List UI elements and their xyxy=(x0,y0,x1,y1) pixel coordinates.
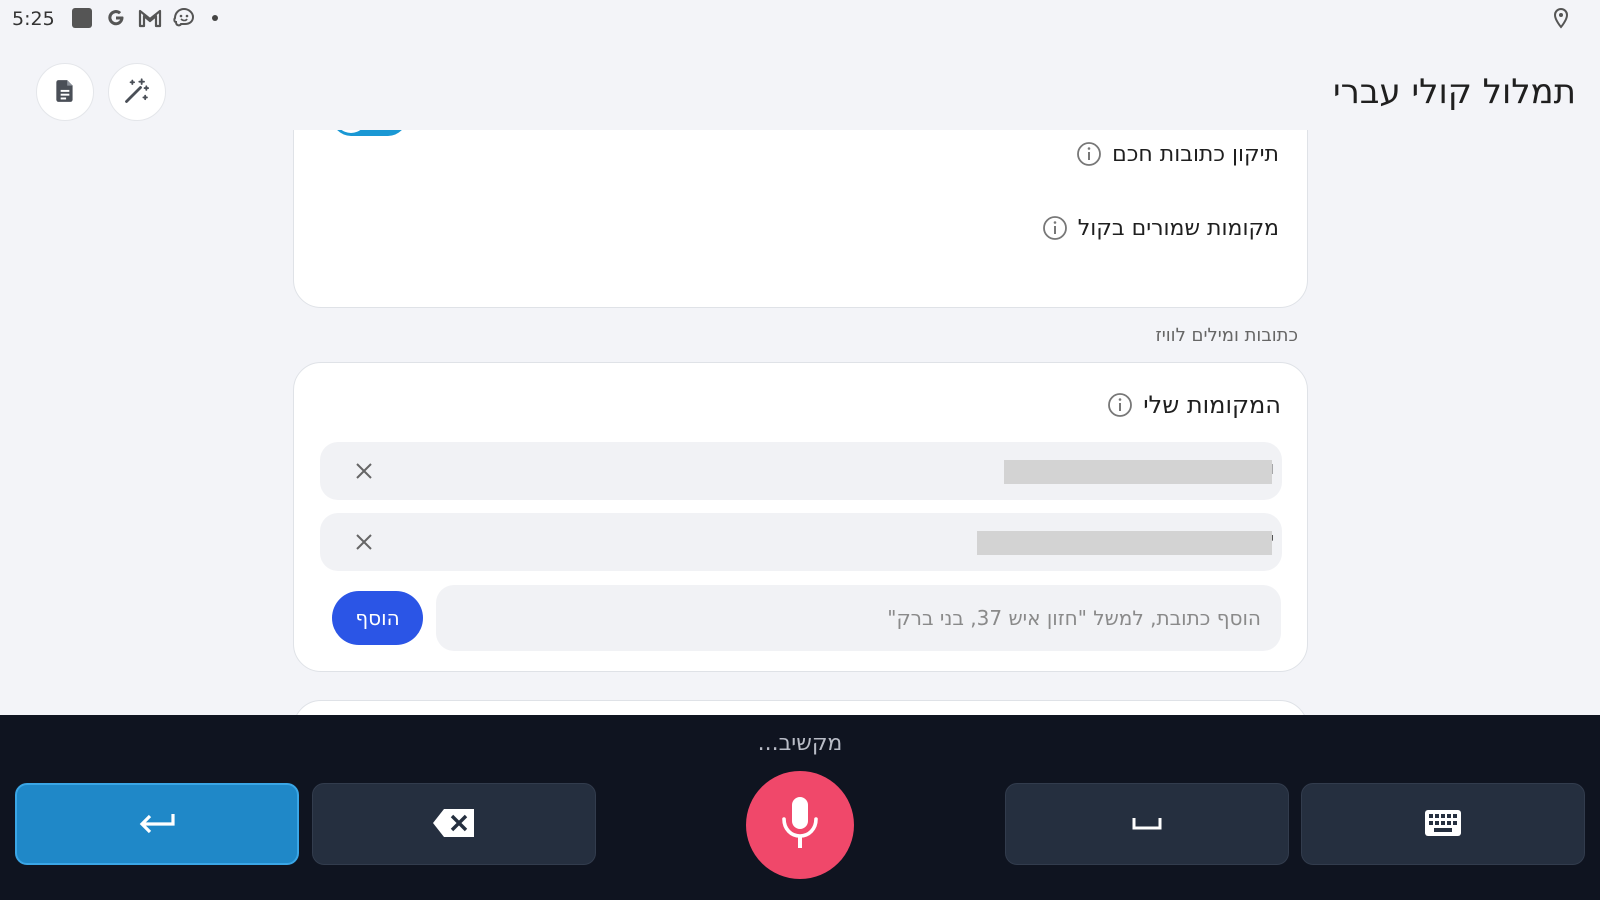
gmail-icon xyxy=(138,6,162,30)
microphone-button[interactable] xyxy=(746,771,854,879)
redacted-block xyxy=(1004,460,1272,484)
space-icon xyxy=(1131,815,1163,834)
status-icons xyxy=(70,6,218,30)
document-icon xyxy=(52,78,78,107)
my-places-title: המקומות שלי xyxy=(1143,391,1281,419)
enter-button[interactable] xyxy=(15,783,299,865)
list-item[interactable]: ו xyxy=(320,442,1282,500)
document-button[interactable] xyxy=(36,63,94,121)
location-icon xyxy=(1550,7,1572,29)
saved-places-voice-label: מקומות שמורים בקול xyxy=(1077,215,1279,241)
microphone-icon xyxy=(778,795,822,855)
settings-scroll-area[interactable]: תיקון כתובות חכם מקומות שמורים בקול כתוב… xyxy=(0,130,1600,715)
listening-status: מקשיב... xyxy=(757,731,843,756)
add-address-input[interactable] xyxy=(436,585,1281,651)
app-title: תמלול קולי עברי xyxy=(1332,72,1576,112)
redacted-block xyxy=(977,531,1272,555)
close-icon[interactable] xyxy=(350,457,378,485)
add-button[interactable]: הוסף xyxy=(332,591,423,645)
voice-input-panel: מקשיב... xyxy=(0,715,1600,900)
section-label: כתובות ומילים לוויז xyxy=(1155,325,1299,346)
google-icon xyxy=(104,6,128,30)
next-card xyxy=(293,700,1308,715)
status-bar: 5:25 xyxy=(0,0,1600,36)
toggle-knob xyxy=(335,130,367,133)
info-icon[interactable] xyxy=(1042,215,1068,241)
notification-dot-icon xyxy=(212,15,218,21)
smart-address-fix-row: תיקון כתובות חכם xyxy=(1076,141,1279,167)
app-square-icon xyxy=(70,6,94,30)
magic-wand-button[interactable] xyxy=(108,63,166,121)
keyboard-icon xyxy=(1424,809,1462,840)
my-places-card: המקומות שלי ו י הוסף xyxy=(293,362,1308,672)
my-places-title-row: המקומות שלי xyxy=(1107,391,1281,419)
saved-places-voice-row[interactable]: מקומות שמורים בקול xyxy=(1042,215,1279,241)
info-icon[interactable] xyxy=(1107,392,1133,418)
close-icon[interactable] xyxy=(350,528,378,556)
settings-card: תיקון כתובות חכם מקומות שמורים בקול xyxy=(293,130,1308,308)
backspace-button[interactable] xyxy=(312,783,596,865)
list-item[interactable]: י xyxy=(320,513,1282,571)
waze-icon xyxy=(172,6,196,30)
backspace-icon xyxy=(432,807,476,842)
status-time: 5:25 xyxy=(12,8,55,30)
smart-address-fix-label: תיקון כתובות חכם xyxy=(1112,141,1279,167)
info-icon[interactable] xyxy=(1076,141,1102,167)
magic-wand-icon xyxy=(123,77,151,108)
keyboard-button[interactable] xyxy=(1301,783,1585,865)
smart-address-fix-toggle[interactable] xyxy=(332,130,407,136)
enter-icon xyxy=(137,808,177,841)
space-button[interactable] xyxy=(1005,783,1289,865)
